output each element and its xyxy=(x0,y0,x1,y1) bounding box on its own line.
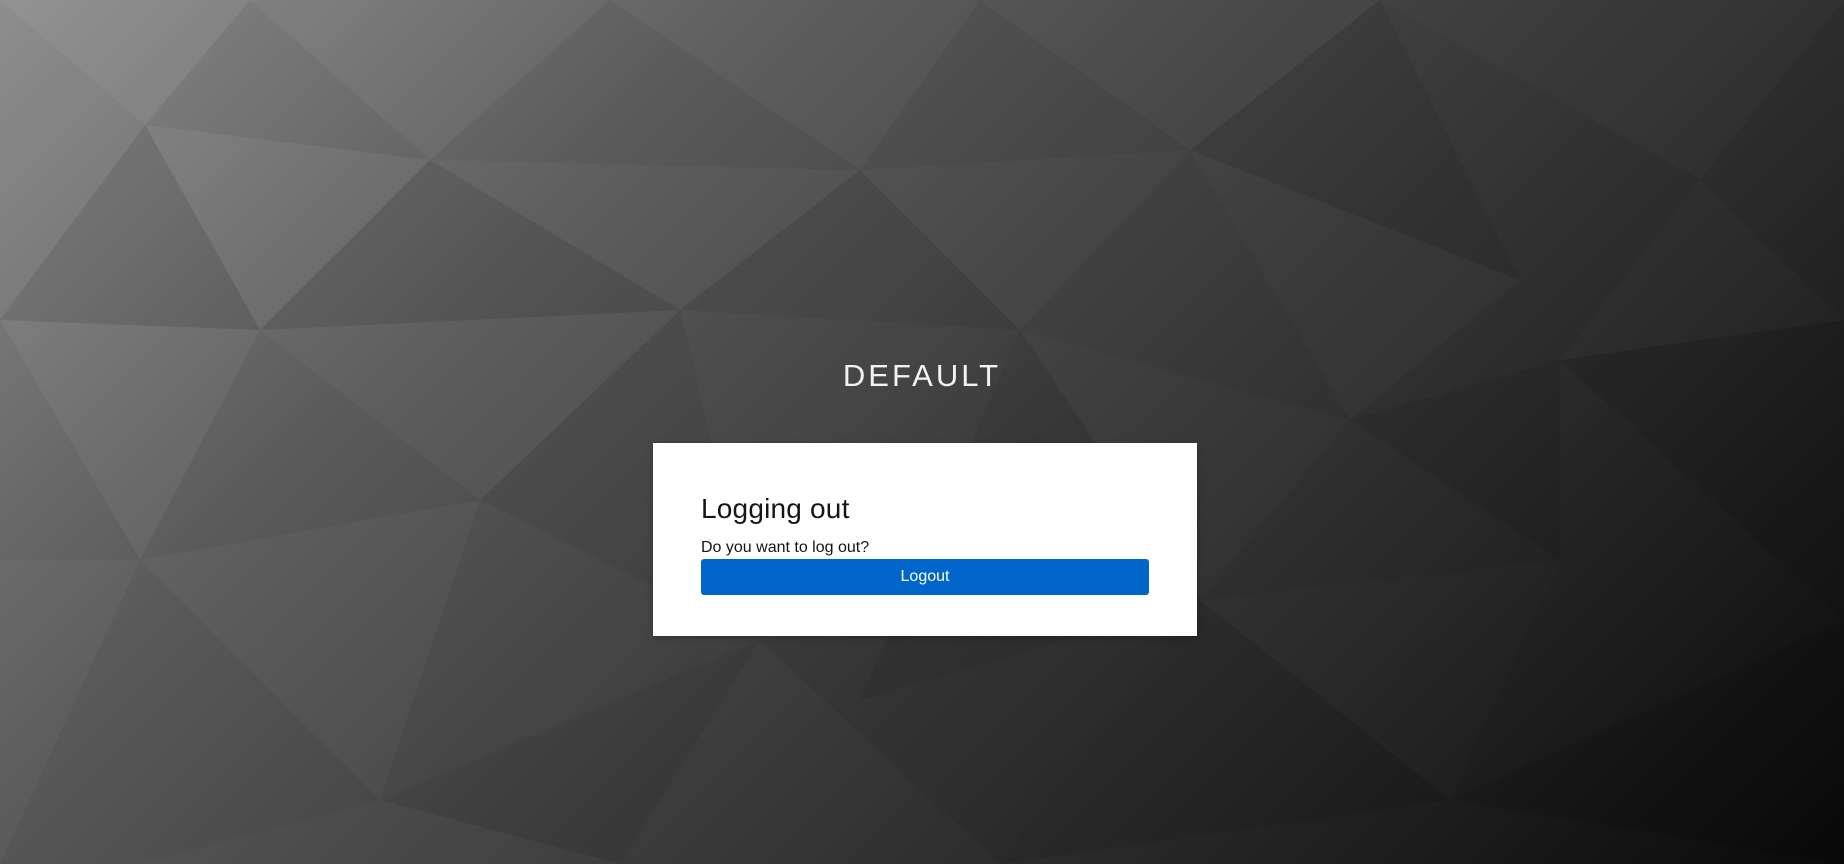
logout-button[interactable]: Logout xyxy=(701,559,1149,595)
logout-card: Logging out Do you want to log out? Logo… xyxy=(653,443,1197,636)
page-title: Logging out xyxy=(701,493,850,524)
logout-message: Do you want to log out? xyxy=(701,539,870,556)
realm-name: DEFAULT xyxy=(842,358,1002,393)
background-pattern xyxy=(0,0,1844,864)
